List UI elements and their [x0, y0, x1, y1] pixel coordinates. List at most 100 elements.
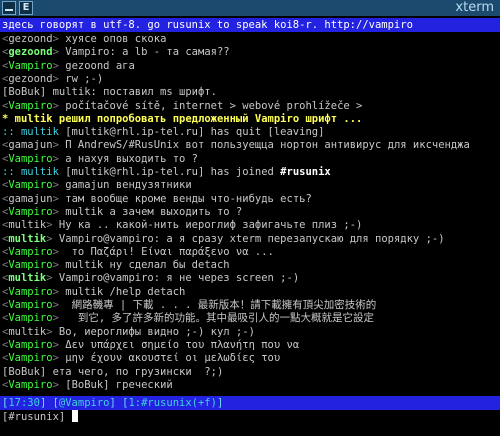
message-text: multik а зачем выходить то ?	[65, 205, 243, 218]
action-marker: *	[2, 112, 15, 125]
chat-line: <multik> Vampiro@vampiro: я не через scr…	[2, 271, 299, 285]
status-window: 1:#rusunix(+f)	[128, 397, 217, 409]
nick: multik	[8, 219, 47, 232]
message-text: multik ну сделал бы detach	[65, 259, 230, 272]
nick: multik	[8, 232, 47, 245]
status-nick-close: ] [	[109, 397, 129, 409]
chat-line: * multik решил попробовать предложенный …	[2, 112, 362, 126]
chat-line: :: multik [multik@rhl.ip-tel.ru] has qui…	[2, 125, 324, 139]
chat-line: <Vampiro> Δεν υπάρχει σημείο του πλανήτη…	[2, 338, 299, 352]
message-text: multik /help detach	[65, 285, 186, 298]
nick: gamajun	[8, 139, 53, 152]
chat-line: <Vampiro> μην έχουν ακουστεί οι μελωδίες…	[2, 351, 280, 365]
chat-line: <gezoond> Vampiro: а lb - та самая??	[2, 45, 230, 59]
chat-line: <Vampiro> то Παζάρι! Είναι παράξενο να .…	[2, 245, 274, 259]
nick: Vampiro	[8, 378, 53, 391]
event-marker: ::	[2, 166, 21, 178]
nick: Vampiro	[8, 352, 53, 365]
message-text: [multik@rhl.ip-tel.ru] has joined	[65, 166, 281, 178]
nick: Vampiro	[8, 285, 53, 298]
message-text: ета чего, по грузински ?;)	[52, 365, 224, 378]
chat-line: <multik> Во, иероглифы видно ;-) кул ;-)	[2, 325, 255, 339]
nick: Vampiro	[8, 179, 53, 192]
message-text: [BoBuk] греческий	[65, 378, 173, 391]
nick: multik	[20, 166, 59, 178]
message-text: Δεν υπάρχει σημείο του πλανήτη που να	[65, 338, 300, 351]
status-window-close: ]	[216, 397, 224, 409]
nick: Vampiro	[8, 259, 53, 272]
title-bar[interactable]: E xterm	[0, 0, 500, 16]
nick: multik	[14, 112, 53, 125]
chat-line: <Vampiro> gezoond ага	[2, 59, 135, 73]
terminal-area[interactable]: здесь говорят в utf-8. go rusunix to spe…	[0, 16, 500, 436]
window-menu-button[interactable]: E	[19, 1, 33, 15]
chat-line: <Vampiro> 網路鞿專 | 下載 . . . 最新版本！請下載擁有頂尖加密…	[2, 298, 376, 312]
message-text: П AndrewS/#RusUnix вот пользуещца нортон…	[65, 139, 470, 152]
message-text: Ну ка .. какой-нить иероглиф зафигачьте …	[58, 219, 363, 232]
chat-line: <Vampiro> počítačové sítě, internet > we…	[2, 99, 362, 113]
nick: [BoBuk]	[2, 365, 47, 378]
status-bar: [17:30] [@Vampiro] [1:#rusunix(+f)]	[0, 396, 500, 410]
message-text: Во, иероглифы видно ;-) кул ;-)	[58, 325, 255, 338]
chat-line: <Vampiro> 到它, 多了許多新的功能。其中最吸引人的一點大概就是它設定	[2, 311, 374, 325]
message-text: там вообще кроме венды что-нибудь есть?	[65, 192, 312, 205]
channel-topic: здесь говорят в utf-8. go rusunix to spe…	[0, 18, 500, 32]
chat-line: <gamajun> там вообще кроме венды что-ниб…	[2, 192, 312, 206]
nick: multik	[8, 272, 47, 285]
chat-line: <gezoond> хуясе опов скока	[2, 32, 166, 46]
nick: Vampiro	[8, 312, 53, 325]
event-marker: ::	[2, 126, 21, 139]
nick: multik	[8, 325, 47, 338]
nick: Vampiro	[8, 152, 53, 165]
chat-line: :: multik [multik@rhl.ip-tel.ru] has joi…	[2, 165, 331, 179]
chat-line: <Vampiro> multik ну сделал бы detach	[2, 258, 230, 272]
message-text: 到它, 多了許多新的功能。其中最吸引人的一點大概就是它設定	[65, 312, 375, 325]
message-text: multik: поставил ms шрифт.	[52, 86, 217, 99]
message-text: хуясе опов скока	[65, 33, 167, 45]
chat-line: <Vampiro> multik а зачем выходить то ?	[2, 205, 242, 219]
chat-line: [BoBuk] ета чего, по грузински ?;)	[2, 365, 223, 379]
message-text: Vampiro: а lb - та самая??	[65, 46, 230, 59]
text-cursor	[71, 410, 78, 422]
nick: [BoBuk]	[2, 86, 47, 99]
nick: gamajun	[8, 192, 53, 205]
xterm-window: E xterm здесь говорят в utf-8. go rusuni…	[0, 0, 500, 436]
nick: Vampiro	[8, 59, 53, 72]
message-text: gamajun вендузятники	[65, 179, 192, 192]
minimize-button[interactable]	[2, 1, 16, 15]
chat-line: <Vampiro> gamajun вендузятники	[2, 178, 192, 192]
chat-line: <gamajun> П AndrewS/#RusUnix вот пользуе…	[2, 138, 470, 152]
chat-line: <multik> Ну ка .. какой-нить иероглиф за…	[2, 218, 362, 232]
input-line[interactable]: [#rusunix]	[2, 410, 78, 424]
status-time: 17:30	[8, 397, 40, 409]
channel-name: #rusunix	[280, 166, 331, 178]
status-nick: @Vampiro	[58, 397, 110, 409]
minimize-icon	[5, 6, 13, 11]
message-text: Vampiro@vampiro: а я сразу xterm перезап…	[58, 232, 445, 245]
nick: Vampiro	[8, 299, 53, 311]
nick: Vampiro	[8, 99, 53, 112]
message-text: μην έχουν ακουστεί οι μελωδίες του	[65, 352, 281, 365]
nick: Vampiro	[8, 338, 53, 351]
message-text: gezoond ага	[65, 59, 135, 72]
chat-line: <multik> Vampiro@vampiro: а я сразу xter…	[2, 232, 445, 246]
chat-line: [BoBuk] multik: поставил ms шрифт.	[2, 85, 217, 99]
message-text: то Παζάρι! Είναι παράξενο να ...	[65, 245, 274, 258]
message-text: Vampiro@vampiro: я не через screen ;-)	[58, 272, 300, 285]
message-text: решил попробовать предложенный Vampiro ш…	[58, 112, 363, 125]
message-text: а нахуя выходить то ?	[65, 152, 199, 165]
nick: gezoond	[8, 33, 53, 45]
nick: multik	[20, 126, 59, 139]
nick: Vampiro	[8, 245, 53, 258]
message-text: počítačové sítě, internet > webové prohl…	[65, 99, 363, 112]
chat-line: <gezoond> rw ;-)	[2, 72, 103, 86]
input-prompt: [#rusunix]	[2, 411, 66, 423]
window-title: xterm	[455, 0, 494, 15]
nick: gezoond	[8, 72, 53, 85]
status-time-close: ] [	[39, 397, 59, 409]
nick: gezoond	[8, 46, 53, 59]
chat-line: <Vampiro> multik /help detach	[2, 285, 185, 299]
chat-line: <Vampiro> а нахуя выходить то ?	[2, 152, 198, 166]
message-text: rw ;-)	[65, 72, 104, 85]
message-text: [multik@rhl.ip-tel.ru] has quit [leaving…	[65, 126, 325, 139]
